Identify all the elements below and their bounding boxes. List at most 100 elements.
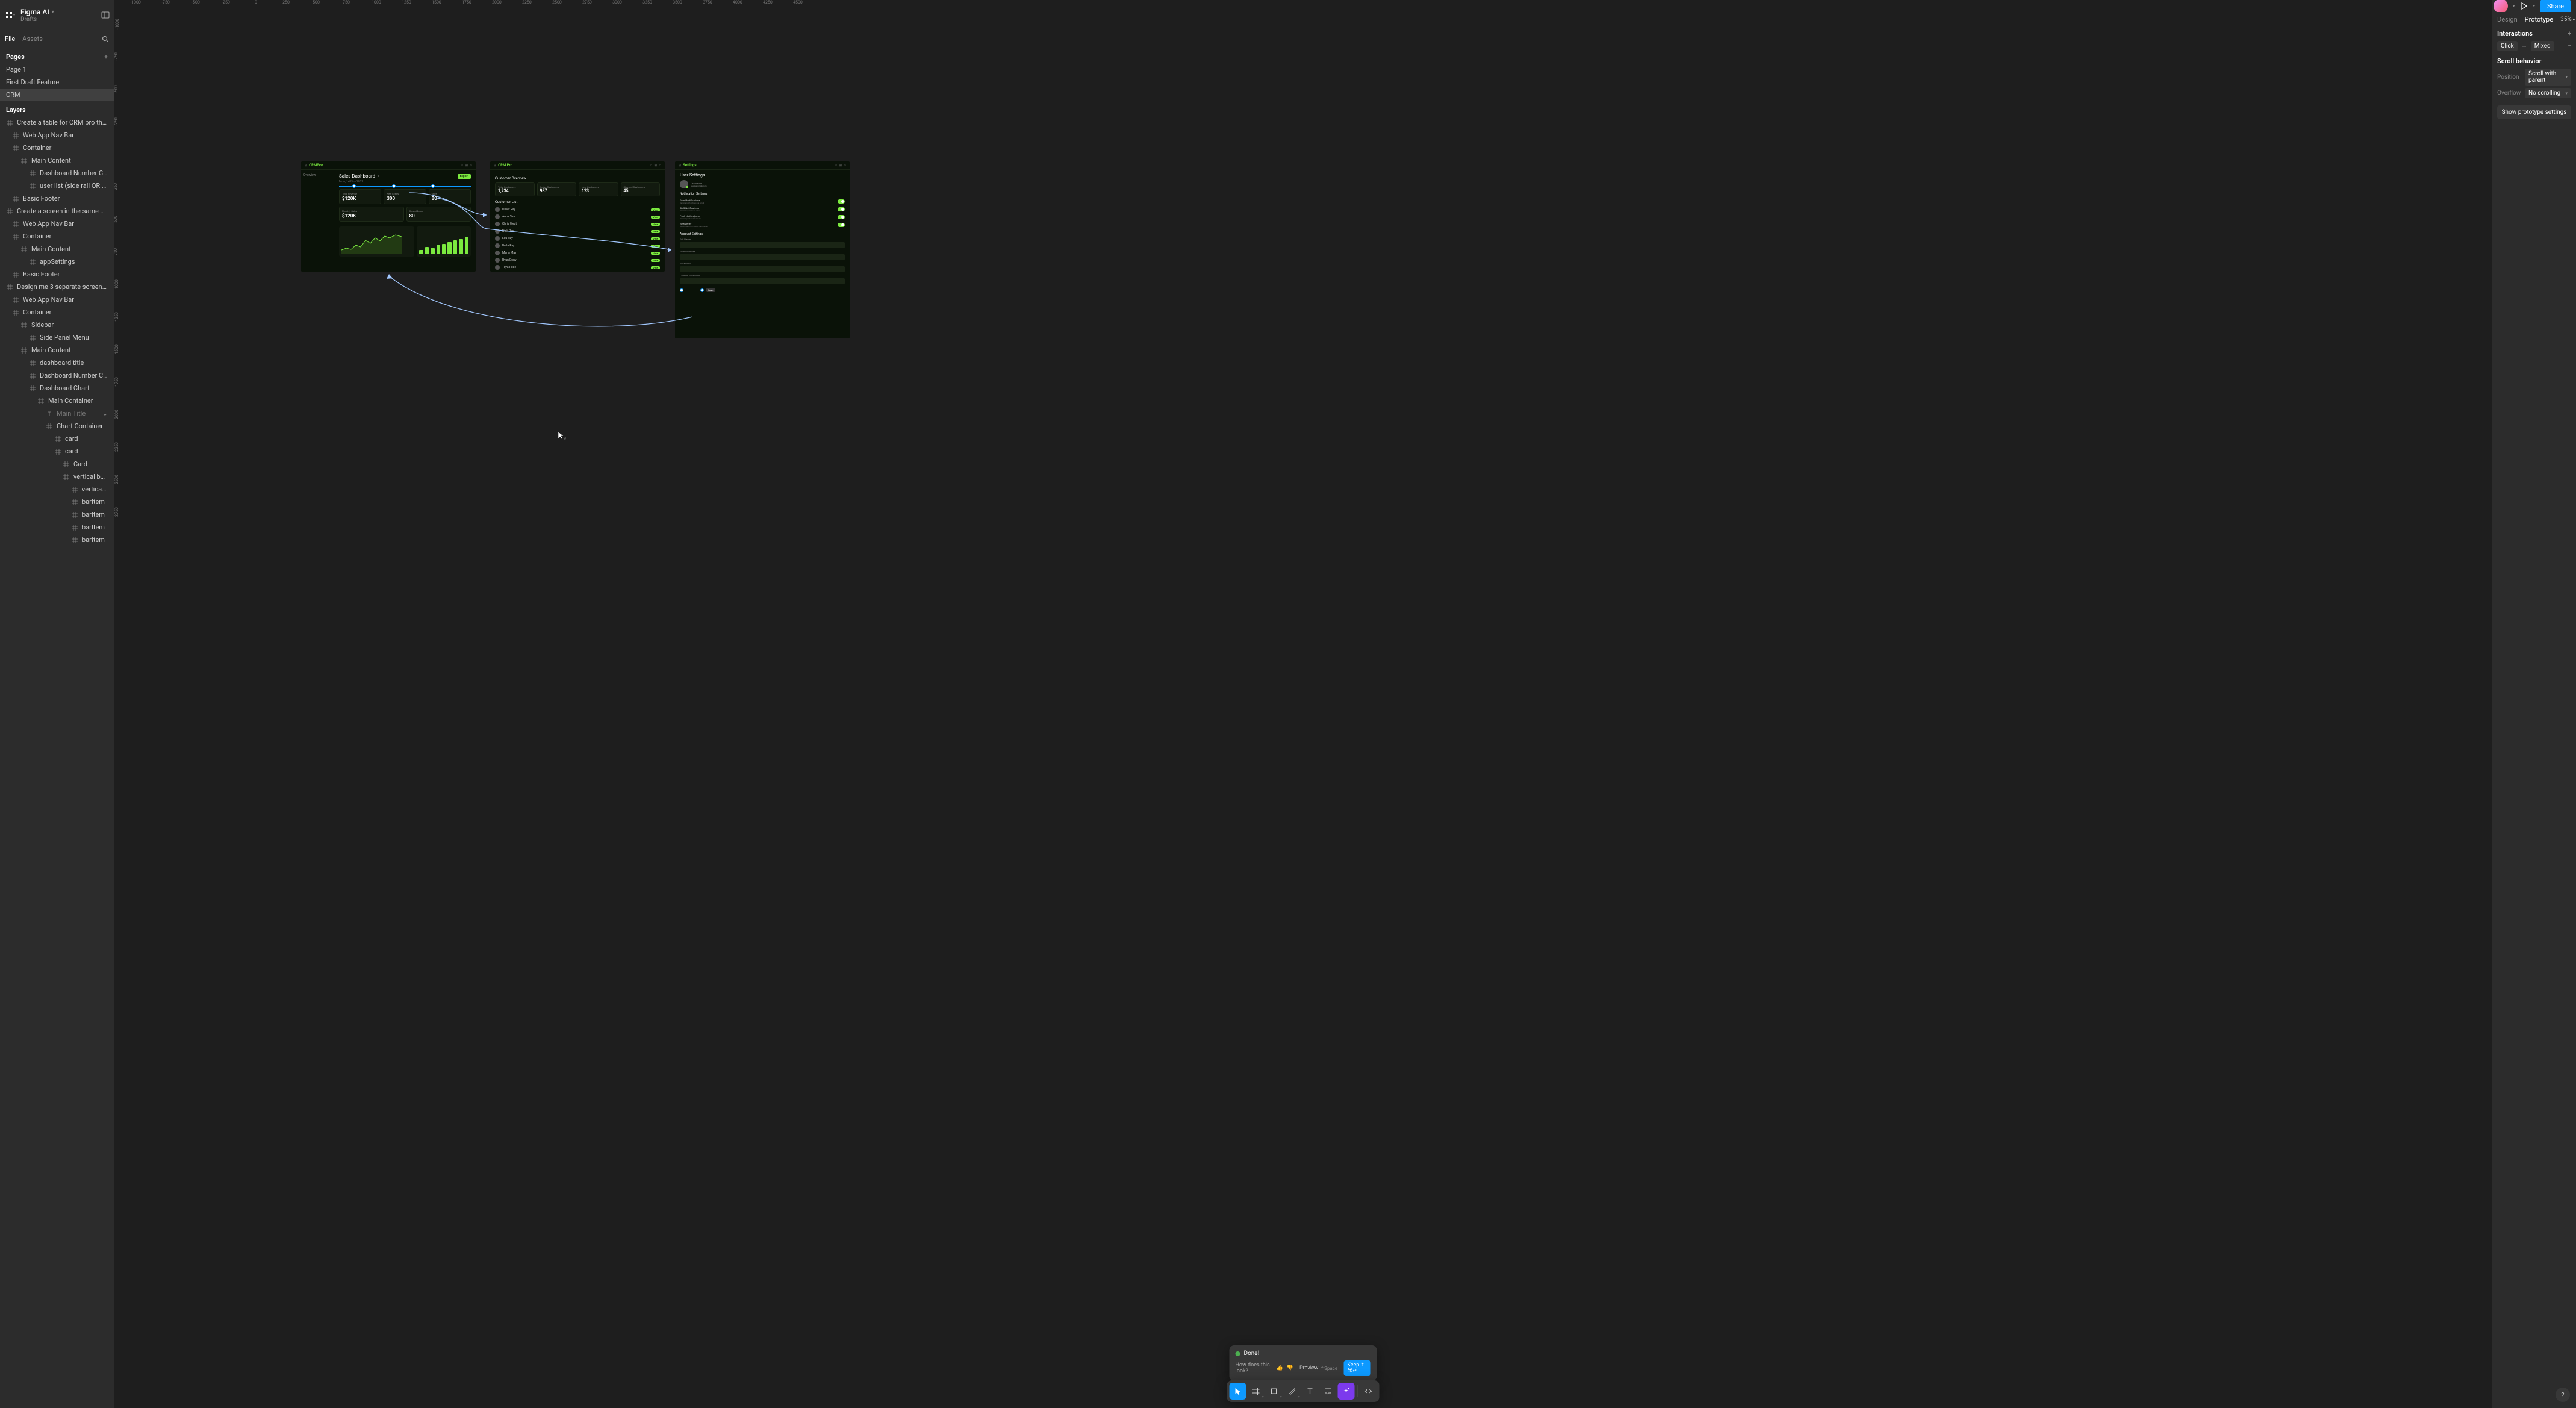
arrow-icon: → bbox=[2521, 43, 2527, 49]
layer-item[interactable]: card bbox=[0, 432, 114, 445]
remove-interaction-button[interactable]: − bbox=[2568, 43, 2571, 49]
list-item: Lou RayView bbox=[495, 235, 660, 242]
stat-card: Total Revenue$120K bbox=[339, 189, 381, 204]
file-info[interactable]: Figma AI▾ Drafts bbox=[20, 8, 96, 23]
page-item[interactable]: CRM bbox=[0, 89, 114, 101]
layer-item[interactable]: vertical bar ch... bbox=[0, 483, 114, 496]
layer-item[interactable]: barItem bbox=[0, 521, 114, 534]
position-select[interactable]: Scroll with parent▾ bbox=[2525, 69, 2571, 86]
text-tool[interactable] bbox=[1302, 1383, 1319, 1400]
layer-item[interactable]: Dashboard Chart bbox=[0, 382, 114, 394]
layer-item[interactable]: card bbox=[0, 445, 114, 458]
tab-assets[interactable]: Assets bbox=[22, 33, 43, 45]
thumbs-down-button[interactable]: 👎 bbox=[1287, 1365, 1293, 1371]
app-icon: ⊞ bbox=[494, 164, 496, 167]
list-item: Della RayView bbox=[495, 242, 660, 249]
layer-item[interactable]: barItem bbox=[0, 496, 114, 508]
add-interaction-button[interactable]: + bbox=[2568, 30, 2571, 37]
avatar bbox=[680, 180, 688, 188]
frame-user-settings[interactable]: Create a screen in the same style as the… bbox=[675, 161, 850, 338]
layer-item[interactable]: Container bbox=[0, 142, 114, 154]
show-prototype-settings-button[interactable]: Show prototype settings bbox=[2497, 105, 2571, 119]
layer-item[interactable]: Web App Nav Bar bbox=[0, 293, 114, 306]
list-title: Customer List bbox=[495, 200, 660, 204]
add-page-button[interactable]: + bbox=[104, 53, 108, 61]
layer-item[interactable]: Sidebar bbox=[0, 319, 114, 331]
layer-item[interactable]: Dashboard Number Card Strip bbox=[0, 167, 114, 179]
collapse-panel-button[interactable] bbox=[101, 11, 110, 19]
tab-prototype[interactable]: Prototype bbox=[2525, 16, 2553, 23]
layer-item[interactable]: Main Content bbox=[0, 344, 114, 357]
layer-item[interactable]: Basic Footer bbox=[0, 192, 114, 205]
preview-button[interactable]: Preview ⌃Space bbox=[1299, 1365, 1337, 1371]
toggle-row: SMS NotificationsReceive updates via sms bbox=[680, 205, 845, 213]
frame-tool[interactable]: ▾ bbox=[1248, 1383, 1265, 1400]
frame-sales-dashboard[interactable]: Design me 3 separate screens for a CRM ⊞… bbox=[301, 161, 476, 272]
tab-design[interactable]: Design bbox=[2497, 16, 2518, 23]
comment-tool[interactable] bbox=[1320, 1383, 1337, 1400]
layer-item[interactable]: Main Content bbox=[0, 154, 114, 167]
dev-mode-tool[interactable] bbox=[1360, 1383, 1377, 1400]
layer-item[interactable]: Card bbox=[0, 458, 114, 470]
canvas[interactable]: -1000-750-500-25002505007501000125015001… bbox=[114, 0, 2492, 1408]
layer-item[interactable]: appSettings bbox=[0, 255, 114, 268]
frame-icon bbox=[29, 372, 36, 379]
search-icon[interactable] bbox=[102, 36, 109, 43]
interaction-action[interactable]: Mixed bbox=[2531, 41, 2554, 51]
layer-item[interactable]: vertical bar chart bbox=[0, 470, 114, 483]
layer-item[interactable]: Create a table for CRM pro that has colu… bbox=[0, 116, 114, 129]
layer-item[interactable]: Design me 3 separate screens for a CRM bbox=[0, 281, 114, 293]
layer-item[interactable]: Main Title⌄ bbox=[0, 407, 114, 420]
frame-icon bbox=[12, 145, 19, 152]
layer-item[interactable]: user list (side rail OR main) bbox=[0, 179, 114, 192]
chevron-down-icon[interactable]: ▾ bbox=[2513, 4, 2515, 8]
move-tool[interactable]: ▾ bbox=[1230, 1383, 1246, 1400]
toggle-row: Push NotificationsReceive push notificat… bbox=[680, 213, 845, 221]
page-item[interactable]: First Draft Feature bbox=[0, 76, 114, 89]
layer-item[interactable]: Web App Nav Bar bbox=[0, 217, 114, 230]
chevron-down-icon[interactable]: ⌄ bbox=[102, 410, 108, 417]
ai-status-bar: Done! How does this look? 👍 👎 Preview ⌃S… bbox=[1230, 1345, 1377, 1381]
keep-it-button[interactable]: Keep it ⌘↵ bbox=[1343, 1360, 1370, 1376]
layer-item[interactable]: dashboard title bbox=[0, 357, 114, 369]
thumbs-up-button[interactable]: 👍 bbox=[1277, 1365, 1283, 1371]
share-button[interactable]: Share bbox=[2540, 0, 2571, 13]
avatar[interactable] bbox=[2494, 0, 2508, 13]
ai-status-text: Done! bbox=[1244, 1350, 1260, 1357]
frame-icon bbox=[12, 309, 19, 316]
chevron-down-icon[interactable]: ▾ bbox=[2533, 4, 2535, 8]
layer-item[interactable]: Basic Footer bbox=[0, 268, 114, 281]
pen-tool[interactable]: ▾ bbox=[1284, 1383, 1301, 1400]
layer-item[interactable]: Side Panel Menu bbox=[0, 331, 114, 344]
frame-icon bbox=[20, 322, 28, 329]
stat-card: Open80 bbox=[429, 189, 471, 204]
layer-item[interactable]: barItem bbox=[0, 508, 114, 521]
stat-card: Monthly Sales$120K bbox=[339, 207, 404, 222]
layer-item[interactable]: Container bbox=[0, 306, 114, 319]
layer-item[interactable]: Dashboard Number Card Strip bbox=[0, 369, 114, 382]
frame-icon bbox=[6, 284, 13, 291]
main-menu-button[interactable]: ▾ bbox=[5, 10, 16, 20]
app-icon: ⊞ bbox=[305, 164, 307, 167]
layer-item[interactable]: Main Content bbox=[0, 243, 114, 255]
present-button[interactable] bbox=[2519, 2, 2528, 10]
frame-customer-table[interactable]: Create a table for CRM pro that has colu… bbox=[490, 161, 665, 272]
shape-tool[interactable]: ▾ bbox=[1266, 1383, 1283, 1400]
dashboard-title: Sales Dashboard bbox=[339, 173, 375, 179]
layer-item[interactable]: Web App Nav Bar bbox=[0, 129, 114, 142]
layer-item[interactable]: Container bbox=[0, 230, 114, 243]
toggle-row: Email NotificationsReceive notifications… bbox=[680, 198, 845, 205]
zoom-control[interactable]: 35%▾ bbox=[2560, 16, 2575, 23]
tab-file[interactable]: File bbox=[5, 33, 15, 45]
interaction-trigger[interactable]: Click bbox=[2497, 41, 2518, 51]
overflow-select[interactable]: No scrolling▾ bbox=[2525, 88, 2571, 98]
layer-item[interactable]: barItem bbox=[0, 534, 114, 546]
frame-icon bbox=[71, 537, 78, 544]
layer-item[interactable]: Chart Container bbox=[0, 420, 114, 432]
help-button[interactable]: ? bbox=[2556, 1388, 2570, 1402]
layer-item[interactable]: Main Container bbox=[0, 394, 114, 407]
frame-icon bbox=[63, 461, 70, 468]
ai-tool[interactable] bbox=[1338, 1383, 1355, 1400]
layer-item[interactable]: Create a screen in the same style as the… bbox=[0, 205, 114, 217]
page-item[interactable]: Page 1 bbox=[0, 63, 114, 76]
